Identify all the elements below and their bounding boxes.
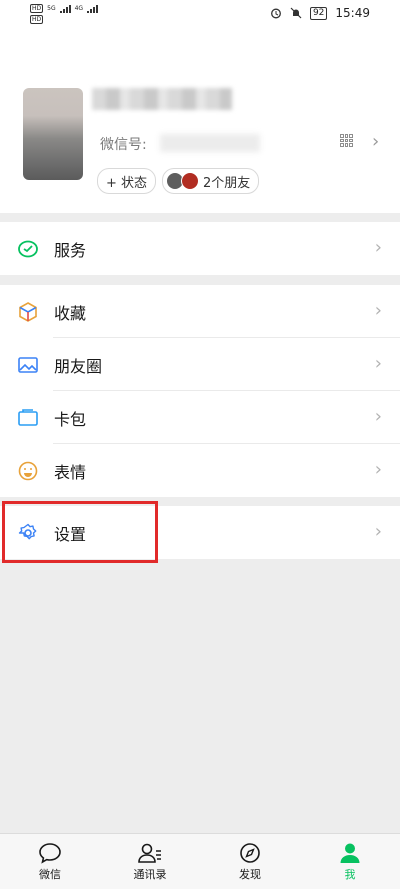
menu-label: 表情 (54, 462, 87, 482)
tab-label: 发现 (239, 868, 261, 881)
menu-label: 卡包 (54, 409, 87, 429)
signal-bars-icon (87, 4, 99, 13)
menu-label: 服务 (54, 240, 87, 260)
chevron-right-icon: › (374, 237, 382, 258)
moments-photo-icon (17, 354, 39, 376)
compass-icon (240, 843, 260, 863)
menu-item-cards[interactable]: 卡包 › (0, 391, 400, 444)
friend-avatar (181, 172, 199, 190)
services-icon (17, 238, 39, 260)
chat-bubble-icon (39, 843, 61, 864)
stickers-smiley-icon (17, 460, 39, 482)
tab-label: 我 (344, 868, 356, 881)
chevron-right-icon: › (374, 459, 382, 480)
person-icon (340, 843, 360, 863)
menu-group-services: 服务 › (0, 222, 400, 275)
sim2-hd-badge: HD (30, 15, 44, 24)
tab-contacts[interactable]: 通讯录 (100, 834, 200, 889)
highlight-box (2, 501, 158, 563)
alarm-icon (271, 8, 281, 19)
battery-indicator: 92 (309, 6, 328, 20)
wechat-id-redacted (160, 134, 260, 152)
sim1-hd-badge: HD (30, 4, 44, 13)
wechat-id-label: 微信号: (100, 137, 147, 153)
qr-code-icon[interactable] (340, 134, 353, 147)
tab-me[interactable]: 我 (300, 834, 400, 889)
menu-item-services[interactable]: 服务 › (0, 222, 400, 275)
menu-group-features: 收藏 › 朋友圈 › 卡包 › 表情 › (0, 285, 400, 497)
tab-chats[interactable]: 微信 (0, 834, 100, 889)
friends-button[interactable]: 2个朋友 (162, 168, 260, 194)
clock: 15:49 (335, 6, 370, 20)
signal-group: HD 5G 4G HD (30, 4, 99, 24)
menu-label: 收藏 (54, 303, 87, 323)
tab-label: 微信 (39, 868, 61, 881)
menu-item-moments[interactable]: 朋友圈 › (0, 338, 400, 391)
cards-wallet-icon (17, 407, 39, 429)
avatar[interactable] (23, 88, 83, 180)
status-bar: HD 5G 4G HD 92 15:49 (0, 0, 400, 28)
signal-bars-icon (59, 4, 71, 13)
sim2-network: 4G (74, 5, 84, 12)
add-status-button[interactable]: + 状态 (97, 168, 157, 194)
nickname-redacted (92, 88, 232, 110)
bottom-tab-bar: 微信 通讯录 发现 我 (0, 833, 400, 889)
contacts-icon (138, 843, 161, 863)
menu-label: 朋友圈 (54, 356, 103, 376)
chevron-right-icon: › (372, 131, 380, 152)
profile-header[interactable]: 微信号: › + 状态 2个朋友 (0, 28, 400, 213)
chevron-right-icon: › (374, 406, 382, 427)
favorites-cube-icon (17, 301, 39, 323)
tab-discover[interactable]: 发现 (200, 834, 300, 889)
tab-label: 通讯录 (133, 868, 167, 881)
sim1-network: 5G (47, 5, 56, 12)
chevron-right-icon: › (374, 521, 382, 542)
chevron-right-icon: › (374, 353, 382, 374)
menu-item-favorites[interactable]: 收藏 › (0, 285, 400, 338)
mute-bell-icon (290, 7, 302, 19)
menu-item-stickers[interactable]: 表情 › (0, 444, 400, 497)
friends-count: 2个朋友 (203, 175, 251, 191)
chevron-right-icon: › (374, 300, 382, 321)
